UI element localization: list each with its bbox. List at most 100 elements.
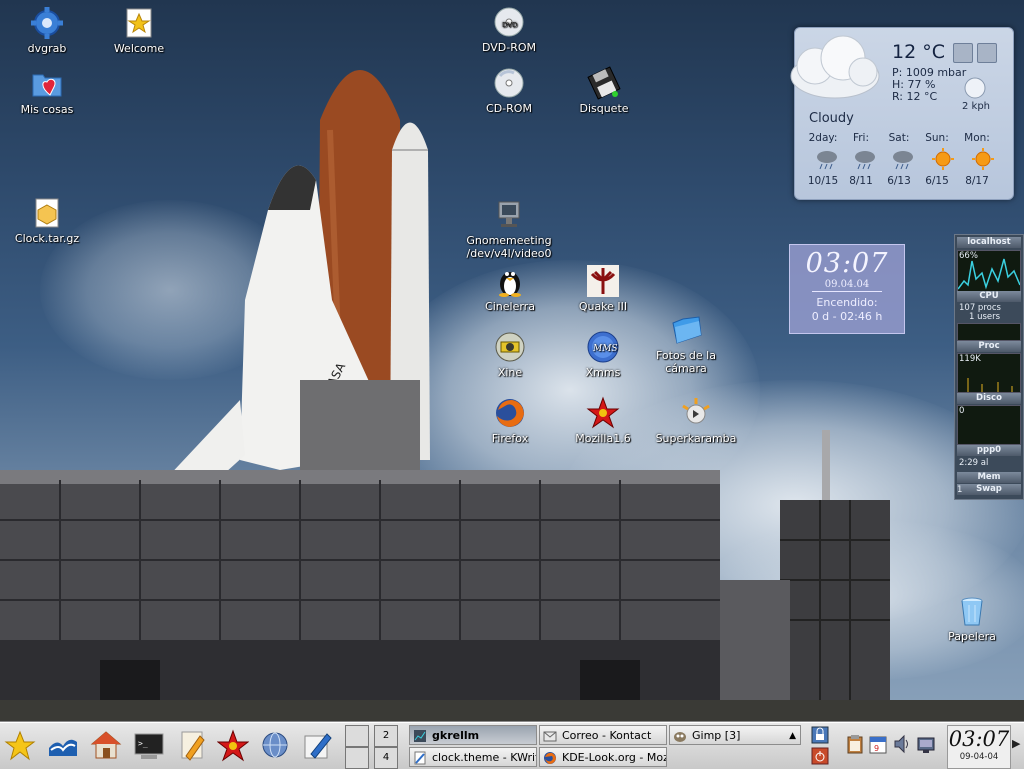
terminal-icon[interactable]: >_ — [133, 728, 165, 764]
rain-cloud-icon — [817, 151, 837, 170]
gkrellm-monitor[interactable]: localhost 66% CPU 107 procs 1 users Proc… — [954, 234, 1024, 500]
net-label: ppp0 — [957, 445, 1021, 456]
kwrite-icon — [414, 751, 426, 765]
seagull-icon[interactable] — [47, 728, 79, 764]
mozilla-star-icon[interactable] — [217, 728, 249, 764]
gkrellm-icon — [414, 730, 426, 742]
clock-widget[interactable]: 03:07 09.04.04 Encendido: 0 d - 02:46 h — [789, 244, 905, 334]
mail-icon — [543, 731, 557, 742]
panel-hide-arrow-icon[interactable]: ▶ — [1012, 737, 1020, 750]
task-mozilla[interactable]: KDE-Look.org - Mozilla — [539, 747, 667, 767]
icon-label: DVD-ROM — [481, 41, 537, 54]
taskbar-clock-time: 03:07 — [948, 727, 1010, 751]
desktop-icon-xmms[interactable]: MMS Xmms — [557, 330, 649, 379]
desktop-icon-mozilla[interactable]: Mozilla1.6 — [557, 396, 649, 445]
desktop-icon-xine[interactable]: Xine — [464, 330, 556, 379]
cd-icon — [494, 68, 524, 98]
kde-star-icon[interactable] — [4, 728, 36, 764]
globe-icon[interactable] — [259, 728, 291, 764]
proc-value: 119K — [959, 354, 981, 364]
task-kwrite[interactable]: clock.theme - KWrite — [409, 747, 537, 767]
icon-label: Xmms — [585, 366, 621, 379]
desktop-icon-mis-cosas[interactable]: Mis cosas — [1, 67, 93, 116]
desktop-icon-quake[interactable]: Quake III — [557, 264, 649, 313]
load-graph — [957, 323, 1021, 341]
icon-label: Superkaramba — [655, 432, 737, 445]
home-icon[interactable] — [90, 728, 122, 764]
disk-value: 0 — [959, 406, 965, 416]
clock-widget-date: 09.04.04 — [812, 279, 882, 292]
desktop-icon-dvgrab[interactable]: dvgrab — [1, 6, 93, 55]
icon-label: Welcome — [113, 42, 165, 55]
uptime-value: 0 d - 02:46 h — [811, 310, 883, 323]
desktop-icon-superkaramba[interactable]: Superkaramba — [650, 396, 742, 445]
weather-temperature: 12 °C — [892, 41, 945, 63]
firefox-icon — [544, 752, 556, 764]
tux-icon — [499, 272, 521, 297]
proc-label: Proc — [957, 341, 1021, 352]
svg-text:9: 9 — [874, 744, 879, 753]
folder-icon — [672, 316, 702, 344]
icon-label: Papelera — [948, 630, 996, 643]
weather-settings-button[interactable] — [953, 43, 973, 63]
icon-label: CD-ROM — [486, 102, 532, 115]
forecast-day: Sat: — [888, 132, 910, 144]
task-label: Correo - Kontact — [562, 729, 652, 742]
task-gkrellm[interactable]: gkrellm — [409, 725, 537, 745]
pager-desktop-3[interactable] — [345, 747, 369, 769]
pen-icon[interactable] — [301, 728, 333, 764]
dvd-icon: DVD — [494, 7, 524, 37]
heart-folder-icon — [32, 74, 62, 97]
weather-realfeel: R: 12 °C — [892, 90, 938, 103]
task-kontact[interactable]: Correo - Kontact — [539, 725, 667, 745]
icon-label: Xine — [497, 366, 523, 379]
cpu-percent: 66% — [959, 251, 978, 261]
weather-widget[interactable]: 12 °C P: 1009 mbar H: 77 % R: 12 °C 2 kp… — [790, 27, 1014, 200]
desktop-icon-cd-rom[interactable]: CD-ROM — [463, 66, 555, 115]
forecast-range: 8/11 — [849, 175, 873, 187]
xmms-icon: MMS — [587, 331, 619, 363]
icon-label: Firefox — [491, 432, 529, 445]
forecast-range: 6/13 — [887, 175, 911, 187]
desktop-icon-fotos-camara[interactable]: Fotos de la cámara — [640, 313, 732, 375]
taskbar-clock[interactable]: 03:07 09-04-04 — [947, 725, 1011, 769]
desktop-icon-cinelerra[interactable]: Cinelerra — [464, 264, 556, 313]
rain-cloud-icon — [855, 151, 875, 170]
task-label: KDE-Look.org - Mozilla — [562, 751, 667, 764]
lock-icon[interactable] — [811, 726, 829, 744]
disk-label: Disco — [957, 393, 1021, 404]
svg-text:DVD: DVD — [502, 21, 517, 29]
task-gimp[interactable]: Gimp [3] ▲ — [669, 725, 801, 745]
svg-text:>_: >_ — [138, 739, 148, 748]
desktop-icon-papelera[interactable]: Papelera — [926, 594, 1018, 643]
clipboard-icon[interactable] — [845, 733, 865, 755]
speaker-icon[interactable] — [892, 733, 912, 755]
desktop-icon-firefox[interactable]: Firefox — [464, 396, 556, 445]
icon-label: Cinelerra — [485, 300, 535, 313]
pager-desktop-4[interactable]: 4 — [374, 747, 398, 769]
icon-label: dvgrab — [27, 42, 67, 55]
forecast-range: 6/15 — [925, 175, 949, 187]
desktop-icon-clock-tar[interactable]: Clock.tar.gz — [1, 196, 93, 245]
weather-refresh-button[interactable] — [977, 43, 997, 63]
power-icon[interactable] — [811, 747, 829, 765]
desktop-icon-gnomemeeting[interactable]: Gnomemeeting /dev/v4l/video0 — [463, 198, 555, 260]
forecast-day: Sun: — [925, 132, 949, 144]
desktop-icon-disquete[interactable]: Disquete — [558, 66, 650, 115]
pager-desktop-1[interactable] — [345, 725, 369, 747]
cpu-label: CPU — [957, 291, 1021, 302]
weather-wind: 2 kph — [962, 101, 991, 112]
pager-desktop-2[interactable]: 2 — [374, 725, 398, 747]
icon-label: Mis cosas — [20, 103, 74, 116]
desktop-icon-welcome[interactable]: Welcome — [93, 6, 185, 55]
net-time: 2:29 al — [959, 458, 989, 468]
mem-label: Mem — [957, 472, 1021, 483]
editor-icon[interactable] — [176, 728, 208, 764]
webcam-icon — [498, 201, 520, 227]
task-label: Gimp [3] — [692, 729, 741, 742]
desktop-icon-dvd-rom[interactable]: DVD DVD-ROM — [463, 5, 555, 54]
superkaramba-icon — [682, 398, 710, 424]
cloud-icon — [790, 35, 880, 99]
network-icon[interactable] — [916, 733, 936, 755]
calendar-icon[interactable]: 9 — [868, 733, 888, 755]
